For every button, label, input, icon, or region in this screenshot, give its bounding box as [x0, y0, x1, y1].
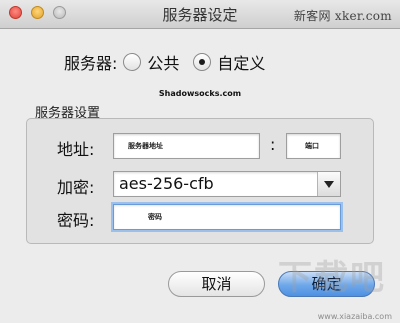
encryption-select-value: aes-256-cfb [119, 174, 214, 193]
radio-custom-selected-icon[interactable] [193, 53, 212, 71]
radio-public-label: 公共 [147, 54, 180, 73]
brand-text: Shadowsocks.com [158, 89, 242, 98]
radio-custom[interactable]: 自定义 [193, 50, 265, 74]
radio-public-icon[interactable] [123, 53, 142, 71]
address-label: 地址: [57, 140, 95, 159]
watermark-logo: 下载吧 [278, 258, 386, 298]
encryption-select[interactable]: aes-256-cfb [113, 171, 341, 197]
encryption-label: 加密: [57, 178, 95, 197]
server-label: 服务器: [64, 54, 118, 73]
address-port-colon: : [270, 135, 276, 154]
password-label: 密码: [57, 211, 95, 230]
radio-custom-label: 自定义 [217, 54, 266, 73]
settings-window: 服务器设定 新客网 xker.com 服务器: 公共 自定义 Shadowsoc… [0, 0, 400, 323]
address-input[interactable]: 服务器地址 [113, 133, 260, 159]
server-radio-row: 服务器: 公共 自定义 [64, 50, 279, 74]
radio-public[interactable]: 公共 [123, 50, 179, 74]
cancel-button[interactable]: 取消 [168, 271, 265, 297]
port-input[interactable]: 端口 [286, 133, 341, 159]
watermark-bottom: www.xiazaiba.com [317, 312, 392, 321]
chevron-down-icon[interactable] [317, 172, 340, 196]
title-bar[interactable]: 服务器设定 新客网 xker.com [0, 0, 400, 29]
password-input[interactable]: 密码 [113, 204, 341, 230]
watermark-top: 新客网 xker.com [293, 9, 392, 23]
